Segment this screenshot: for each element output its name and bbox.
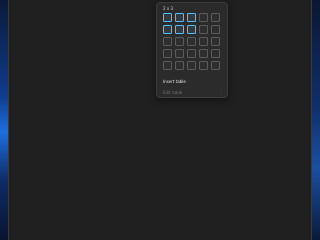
table-grid-cell[interactable] (163, 37, 172, 46)
window-right-border (311, 0, 312, 240)
table-grid-cell[interactable] (199, 13, 208, 22)
table-grid-cell[interactable] (163, 49, 172, 58)
table-grid-cell[interactable] (211, 13, 220, 22)
table-grid-cell[interactable] (199, 25, 208, 34)
table-grid-cell[interactable] (199, 61, 208, 70)
table-grid-cell[interactable] (187, 61, 196, 70)
table-grid-cell[interactable] (175, 37, 184, 46)
table-grid-cell[interactable] (187, 13, 196, 22)
table-grid-cell[interactable] (187, 49, 196, 58)
table-size-grid[interactable] (163, 13, 223, 71)
wallpaper-left-edge (0, 0, 8, 240)
table-grid-cell[interactable] (187, 25, 196, 34)
table-grid-cell[interactable] (163, 13, 172, 22)
table-grid-cell[interactable] (175, 25, 184, 34)
table-grid-cell[interactable] (175, 49, 184, 58)
table-grid-cell[interactable] (211, 61, 220, 70)
insert-table-flyout: 2 x 3 Insert table Edit table › (156, 2, 228, 98)
table-grid-cell[interactable] (175, 61, 184, 70)
table-grid-cell[interactable] (199, 49, 208, 58)
table-grid-cell[interactable] (163, 25, 172, 34)
table-grid-cell[interactable] (187, 37, 196, 46)
insert-table-button[interactable]: Insert table (163, 79, 186, 84)
table-grid-cell[interactable] (175, 13, 184, 22)
table-grid-cell[interactable] (211, 49, 220, 58)
edit-table-menu-item: Edit table (163, 90, 183, 95)
chevron-right-icon: › (220, 90, 222, 95)
table-grid-cell[interactable] (199, 37, 208, 46)
table-grid-cell[interactable] (211, 25, 220, 34)
grid-size-label: 2 x 3 (163, 6, 173, 11)
table-grid-cell[interactable] (211, 37, 220, 46)
wallpaper-right-edge (312, 0, 320, 240)
table-grid-cell[interactable] (163, 61, 172, 70)
